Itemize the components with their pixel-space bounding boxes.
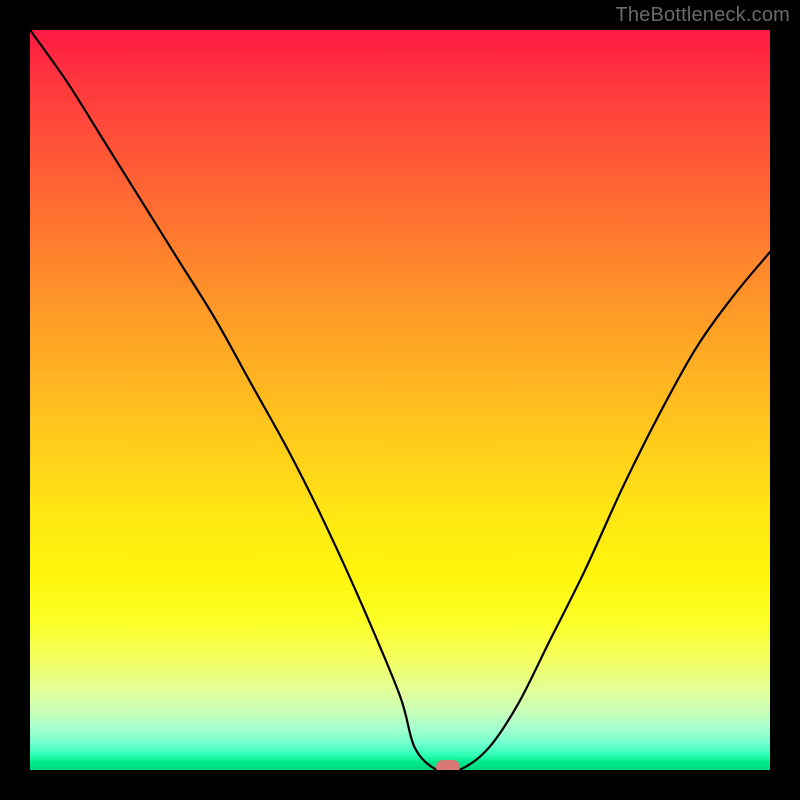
plot-area [30,30,770,770]
optimal-point-marker [436,760,460,770]
chart-container: TheBottleneck.com [0,0,800,800]
attribution-text: TheBottleneck.com [615,4,790,27]
bottleneck-curve [30,30,770,770]
